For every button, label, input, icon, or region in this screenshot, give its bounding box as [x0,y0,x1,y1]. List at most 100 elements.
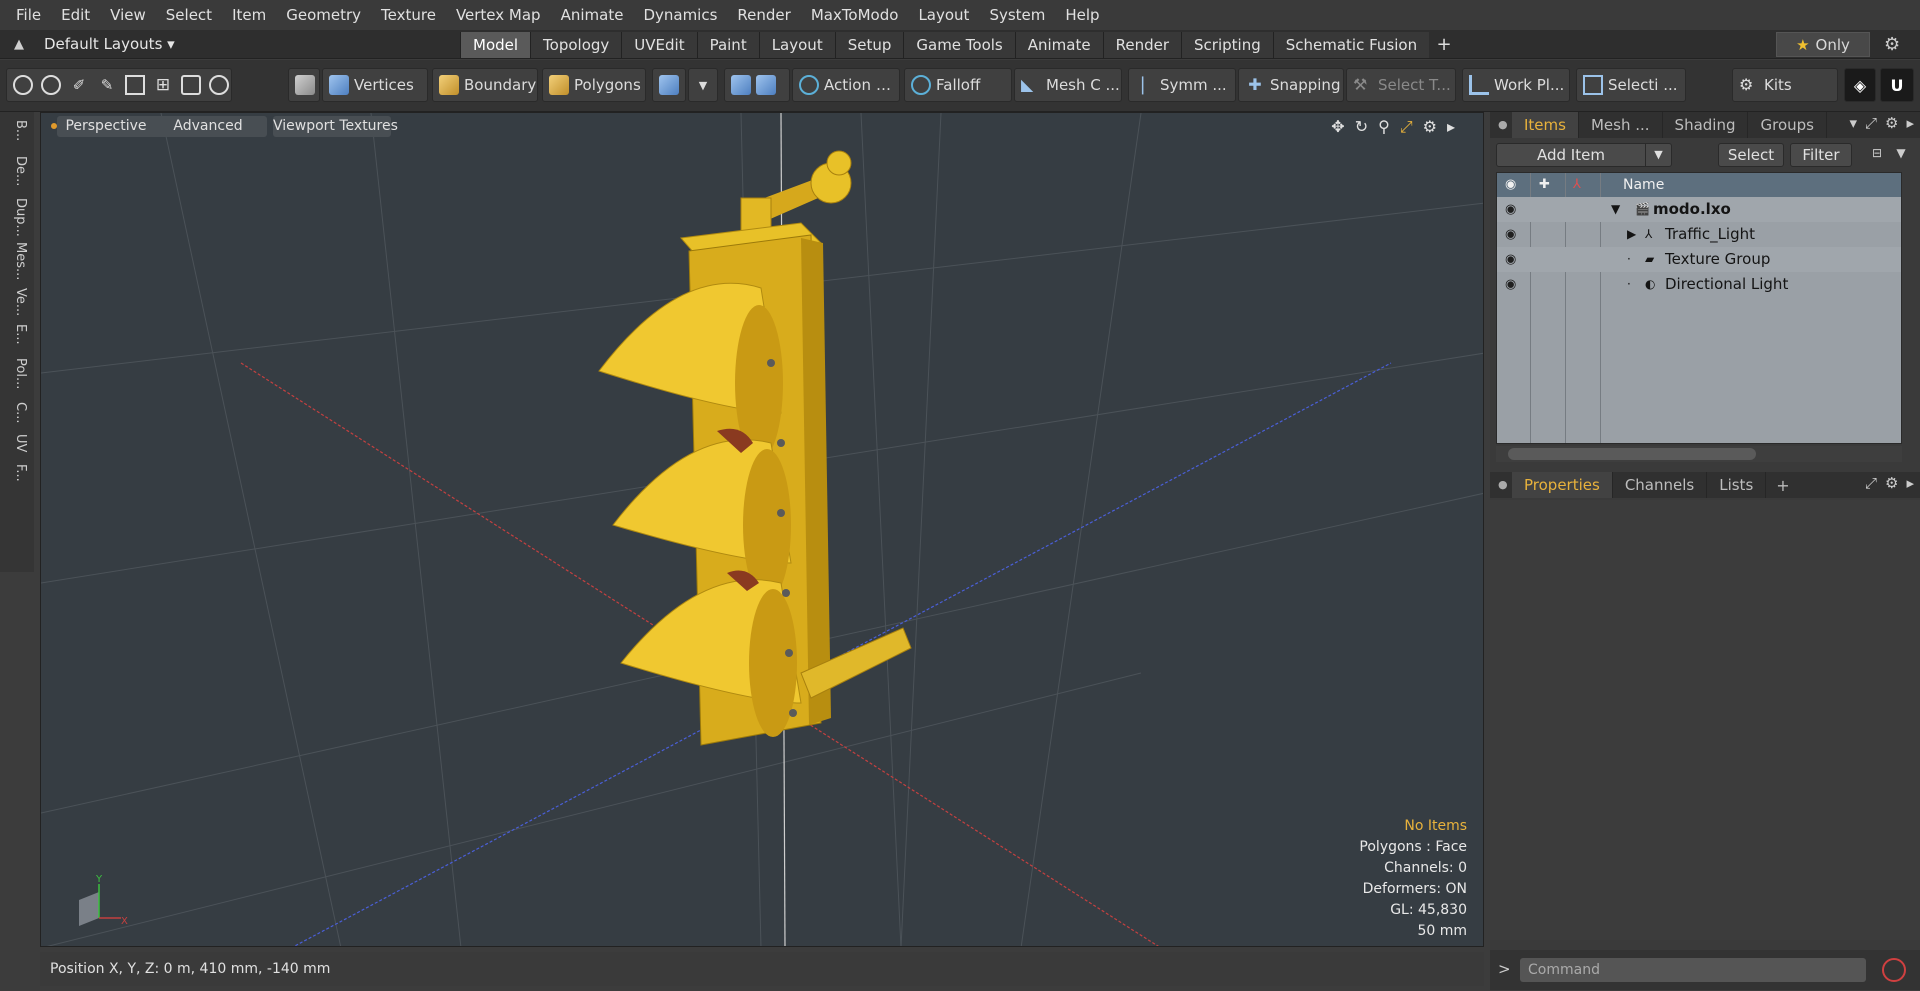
menu-texture[interactable]: Texture [371,0,446,30]
items-tab-0[interactable]: Items [1512,112,1579,138]
tab-topology[interactable]: Topology [530,32,622,58]
viewport-textures-button[interactable]: Viewport Textures [273,116,398,137]
menu-dynamics[interactable]: Dynamics [633,0,727,30]
items-tab-2[interactable]: Shading [1663,112,1749,138]
panel-menu-icon[interactable]: ● [1498,478,1512,492]
panel-arrow-icon[interactable]: ▸ [1906,474,1914,492]
only-toggle[interactable]: ★ Only [1776,32,1870,57]
left-tab-2[interactable]: Dup... [6,198,28,237]
expand-arrow-icon[interactable]: ▼ [1611,197,1620,222]
tree-scrollbar[interactable] [1496,446,1902,462]
material-mode-button[interactable] [652,68,686,102]
left-tab-3[interactable]: Mes... [6,242,28,280]
tree-row[interactable]: ◉ · ◐ Directional Light [1497,272,1901,297]
unity-button[interactable]: ◈ [1844,68,1876,102]
selection-sets-button[interactable]: Selecti ... [1576,68,1686,102]
menu-animate[interactable]: Animate [551,0,634,30]
menu-item[interactable]: Item [222,0,276,30]
menu-geometry[interactable]: Geometry [276,0,371,30]
tab-uvedit[interactable]: UVEdit [621,32,697,58]
items-tab-1[interactable]: Mesh ... [1579,112,1663,138]
visibility-eye-icon[interactable]: ◉ [1505,222,1516,247]
expand-arrow-icon[interactable]: ▶ [1627,222,1636,247]
zoom-icon[interactable]: ⚲ [1378,117,1390,137]
menu-edit[interactable]: Edit [51,0,100,30]
panel-gear-icon[interactable]: ⚙ [1885,114,1898,132]
left-tab-4[interactable]: Ve... [6,288,28,316]
pin-column-icon[interactable]: ✚ [1539,173,1550,197]
add-tab-icon[interactable]: + [1776,476,1789,495]
properties-tab-1[interactable]: Channels [1613,472,1708,498]
layout-dropdown[interactable]: Default Layouts ▾ [44,30,175,59]
menu-help[interactable]: Help [1055,0,1109,30]
rotate-select-icon[interactable] [209,75,229,95]
tab-animate[interactable]: Animate [1014,32,1103,58]
collapse-icon[interactable]: ⊟ [1866,146,1888,164]
shield-alt-icon[interactable] [756,75,776,95]
menu-select[interactable]: Select [156,0,222,30]
left-tab-9[interactable]: F... [6,464,28,482]
add-layout-tab-icon[interactable]: + [1429,32,1459,58]
tree-row[interactable]: ◉ ▼ 🎬 modo.lxo [1497,197,1901,222]
panel-gear-icon[interactable]: ⚙ [1885,474,1898,492]
tab-game-tools[interactable]: Game Tools [903,32,1015,58]
left-tab-8[interactable]: UV [6,434,28,452]
visibility-eye-icon[interactable]: ◉ [1505,247,1516,272]
3d-viewport[interactable]: Perspective Advanced Viewport Textures ✥… [40,112,1484,947]
properties-tab-0[interactable]: Properties [1512,472,1613,498]
panel-menu-icon[interactable]: ● [1498,118,1512,132]
kits-button[interactable]: ⚙ Kits [1732,68,1838,102]
menu-render[interactable]: Render [727,0,800,30]
visibility-eye-icon[interactable]: ◉ [1505,272,1516,297]
left-tab-0[interactable]: B... [6,120,28,141]
left-tab-7[interactable]: C... [6,402,28,423]
snapping-button[interactable]: ✚ Snapping [1238,68,1344,102]
scrollbar-thumb[interactable] [1508,448,1756,460]
properties-tab-2[interactable]: Lists [1707,472,1767,498]
mode-dropdown[interactable]: ▼ [688,68,718,102]
panel-expand-icon[interactable]: ⤢ [1865,114,1877,132]
select-button[interactable]: Select [1718,143,1784,167]
menu-vertex-map[interactable]: Vertex Map [446,0,551,30]
tab-scripting[interactable]: Scripting [1181,32,1273,58]
select-through-button[interactable]: ⚒ Select T... [1346,68,1456,102]
collapse-up-icon[interactable]: ▲ [10,36,28,54]
tab-setup[interactable]: Setup [834,32,904,58]
viewport-gear-icon[interactable]: ⚙ [1423,117,1437,137]
visibility-eye-icon[interactable]: ◉ [1505,197,1516,222]
tab-model[interactable]: Model [460,32,531,58]
tree-connector-icon[interactable]: · [1627,247,1631,272]
tree-row[interactable]: ◉ ▶ ⅄ Traffic_Light [1497,222,1901,247]
maximize-icon[interactable]: ⤢ [1400,117,1413,137]
boundary-button[interactable]: Boundary [432,68,538,102]
element-icon[interactable] [125,75,145,95]
advanced-button[interactable]: Advanced [149,116,267,137]
menu-maxtomodo[interactable]: MaxToModo [801,0,909,30]
tab-schematic-fusion[interactable]: Schematic Fusion [1272,32,1430,58]
mesh-constraint-button[interactable]: ◣ Mesh C ... [1014,68,1122,102]
gear-icon[interactable]: ⚙ [1884,34,1900,55]
tab-dropdown-icon[interactable]: ▾ [1849,114,1857,132]
menu-layout[interactable]: Layout [908,0,979,30]
menu-file[interactable]: File [6,0,51,30]
shield-icon[interactable] [731,75,751,95]
visibility-column-icon[interactable]: ◉ [1505,173,1516,197]
add-item-button[interactable]: Add Item ▼ [1496,143,1672,167]
globe-icon[interactable] [41,75,61,95]
panel-arrow-icon[interactable]: ▸ [1906,114,1914,132]
falloff-button[interactable]: Falloff [904,68,1012,102]
rotate-icon[interactable]: ↻ [1355,117,1368,137]
menu-view[interactable]: View [100,0,156,30]
tree-connector-icon[interactable]: · [1627,272,1631,297]
menu-system[interactable]: System [979,0,1055,30]
record-macro-icon[interactable] [1882,958,1906,982]
item-mode-button[interactable] [288,68,320,102]
left-tab-5[interactable]: E... [6,324,28,345]
funnel-icon[interactable]: ▼ [1890,146,1912,164]
panel-expand-icon[interactable]: ⤢ [1865,474,1877,492]
axis-column-icon[interactable]: ⅄ [1573,173,1581,197]
grid-icon[interactable]: ⊞ [153,75,173,95]
polygons-button[interactable]: Polygons [542,68,646,102]
tab-layout[interactable]: Layout [758,32,835,58]
symmetry-button[interactable]: ❘ Symm ... [1128,68,1236,102]
